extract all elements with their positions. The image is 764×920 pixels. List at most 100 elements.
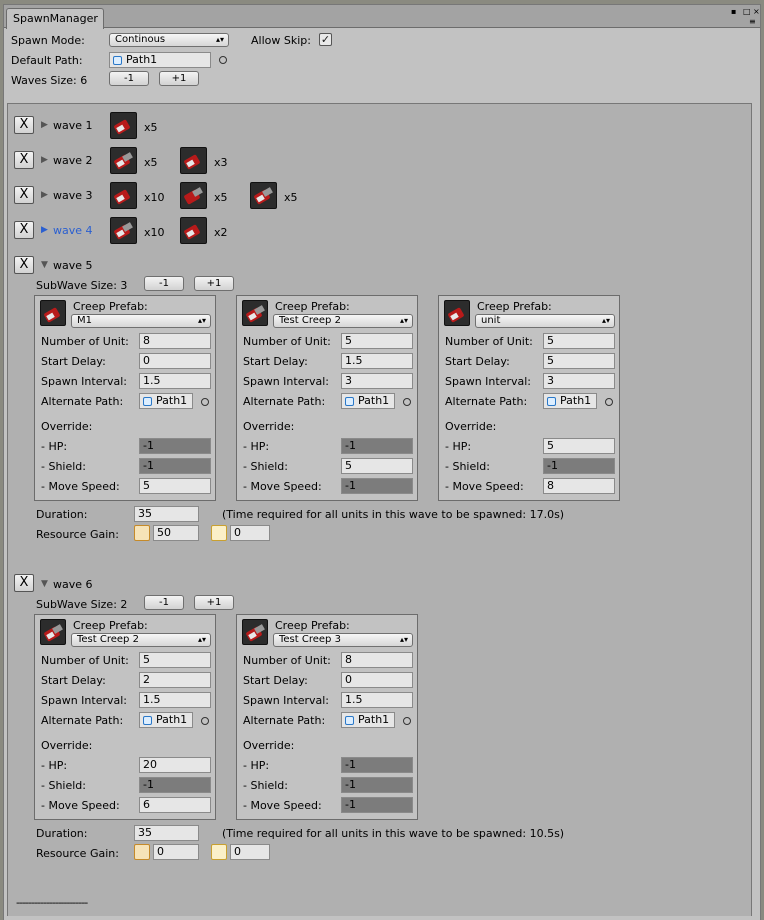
remove-wave-1-button[interactable]: X [14, 116, 34, 134]
start-delay-field[interactable]: 5 [543, 353, 615, 369]
move-speed-field[interactable]: -1 [341, 797, 413, 813]
number-of-unit-field[interactable]: 8 [139, 333, 211, 349]
unit-count: x2 [214, 226, 228, 239]
creep-prefab-dropdown[interactable]: Test Creep 3 ▴▾ [273, 633, 413, 647]
alternate-path-value: Path1 [560, 394, 592, 407]
number-of-unit-field[interactable]: 5 [341, 333, 413, 349]
move-speed-label: - Move Speed: [445, 480, 524, 493]
move-speed-label: - Move Speed: [243, 480, 322, 493]
number-of-unit-field[interactable]: 8 [341, 652, 413, 668]
hp-field[interactable]: -1 [341, 757, 413, 773]
alternate-path-field[interactable]: Path1 [341, 712, 395, 728]
wave-4-foldout-arrow-icon[interactable]: ▶ [41, 224, 48, 237]
creep-prefab-dropdown[interactable]: Test Creep 2 ▴▾ [273, 314, 413, 328]
object-picker-icon[interactable] [403, 717, 411, 725]
wave-5-resource-gain-field[interactable]: 50 [153, 525, 199, 541]
start-delay-field[interactable]: 2 [139, 672, 211, 688]
shield-field[interactable]: -1 [543, 458, 615, 474]
wave-6-resource-gain-field[interactable]: 0 [153, 844, 199, 860]
hp-label: - HP: [445, 440, 472, 453]
spawn-interval-field[interactable]: 1.5 [139, 373, 211, 389]
wave-3-label[interactable]: wave 3 [53, 189, 93, 202]
creep-prefab-dropdown[interactable]: Test Creep 2 ▴▾ [71, 633, 211, 647]
wave-3-foldout-arrow-icon[interactable]: ▶ [41, 189, 48, 202]
shield-field[interactable]: -1 [139, 458, 211, 474]
shield-field[interactable]: -1 [341, 777, 413, 793]
shield-field[interactable]: 5 [341, 458, 413, 474]
spawn-interval-field[interactable]: 3 [543, 373, 615, 389]
lock-icon[interactable]: ▪ [731, 7, 736, 17]
creep-icon [242, 619, 268, 645]
object-picker-icon[interactable] [403, 398, 411, 406]
move-speed-field[interactable]: 8 [543, 478, 615, 494]
shield-label: - Shield: [243, 460, 288, 473]
wave-5-subwave-plus-button[interactable]: +1 [194, 276, 234, 291]
wave-6-foldout-arrow-icon[interactable]: ▼ [41, 578, 48, 591]
wave-6-resource-gain-field-2[interactable]: 0 [230, 844, 270, 860]
wave-6-subwave-minus-button[interactable]: -1 [144, 595, 184, 610]
creep-icon [40, 619, 66, 645]
remove-wave-5-button[interactable]: X [14, 256, 34, 274]
wave-5-duration-field[interactable]: 35 [134, 506, 199, 522]
hp-field[interactable]: 20 [139, 757, 211, 773]
hp-field[interactable]: -1 [341, 438, 413, 454]
alternate-path-field[interactable]: Path1 [139, 393, 193, 409]
override-label: Override: [445, 420, 497, 433]
object-picker-icon[interactable] [605, 398, 613, 406]
wave-5-foldout-arrow-icon[interactable]: ▼ [41, 259, 48, 272]
start-delay-field[interactable]: 0 [139, 353, 211, 369]
wave-6-subwave-size-label: SubWave Size: 2 [36, 598, 128, 611]
spawn-interval-field[interactable]: 1.5 [139, 692, 211, 708]
wave-6-subwave-plus-button[interactable]: +1 [194, 595, 234, 610]
start-delay-field[interactable]: 1.5 [341, 353, 413, 369]
hp-field[interactable]: -1 [139, 438, 211, 454]
wave-1-foldout-arrow-icon[interactable]: ▶ [41, 119, 48, 132]
number-of-unit-field[interactable]: 5 [139, 652, 211, 668]
move-speed-label: - Move Speed: [243, 799, 322, 812]
subwave-panel: Creep Prefab: Test Creep 2 ▴▾ Number of U… [34, 614, 216, 820]
close-icon[interactable]: × [753, 7, 760, 17]
remove-wave-4-button[interactable]: X [14, 221, 34, 239]
wave-5-subwave-minus-button[interactable]: -1 [144, 276, 184, 291]
alternate-path-field[interactable]: Path1 [543, 393, 597, 409]
chevron-updown-icon: ▴▾ [601, 316, 610, 325]
move-speed-field[interactable]: 5 [139, 478, 211, 494]
object-picker-icon[interactable] [201, 717, 209, 725]
resource-icon [134, 844, 150, 860]
wave-2-label[interactable]: wave 2 [53, 154, 93, 167]
allow-skip-checkbox[interactable]: ✓ [319, 33, 332, 46]
alternate-path-field[interactable]: Path1 [341, 393, 395, 409]
shield-field[interactable]: -1 [139, 777, 211, 793]
wave-5-resource-gain-field-2[interactable]: 0 [230, 525, 270, 541]
spawn-mode-dropdown[interactable]: Continous ▴▾ [109, 33, 229, 47]
object-picker-icon[interactable] [219, 56, 227, 64]
wave-5-label[interactable]: wave 5 [53, 259, 93, 272]
tab-spawn-manager[interactable]: SpawnManager [6, 8, 104, 29]
remove-wave-2-button[interactable]: X [14, 151, 34, 169]
start-delay-field[interactable]: 0 [341, 672, 413, 688]
number-of-unit-field[interactable]: 5 [543, 333, 615, 349]
wave-2-foldout-arrow-icon[interactable]: ▶ [41, 154, 48, 167]
wave-6-duration-field[interactable]: 35 [134, 825, 199, 841]
spawn-interval-field[interactable]: 3 [341, 373, 413, 389]
menu-icon[interactable]: ≡ [749, 17, 756, 27]
wave-1-label[interactable]: wave 1 [53, 119, 93, 132]
creep-prefab-dropdown[interactable]: M1 ▴▾ [71, 314, 211, 328]
resource-icon [211, 525, 227, 541]
object-picker-icon[interactable] [201, 398, 209, 406]
move-speed-field[interactable]: 6 [139, 797, 211, 813]
default-path-field[interactable]: Path1 [109, 52, 211, 68]
waves-plus-button[interactable]: +1 [159, 71, 199, 86]
unit-count: x10 [144, 191, 165, 204]
remove-wave-3-button[interactable]: X [14, 186, 34, 204]
creep-prefab-dropdown[interactable]: unit ▴▾ [475, 314, 615, 328]
wave-6-label[interactable]: wave 6 [53, 578, 93, 591]
remove-wave-6-button[interactable]: X [14, 574, 34, 592]
spawn-interval-field[interactable]: 1.5 [341, 692, 413, 708]
waves-minus-button[interactable]: -1 [109, 71, 149, 86]
maximize-icon[interactable]: □ [743, 7, 751, 17]
hp-field[interactable]: 5 [543, 438, 615, 454]
wave-4-label[interactable]: wave 4 [53, 224, 93, 237]
move-speed-field[interactable]: -1 [341, 478, 413, 494]
alternate-path-field[interactable]: Path1 [139, 712, 193, 728]
